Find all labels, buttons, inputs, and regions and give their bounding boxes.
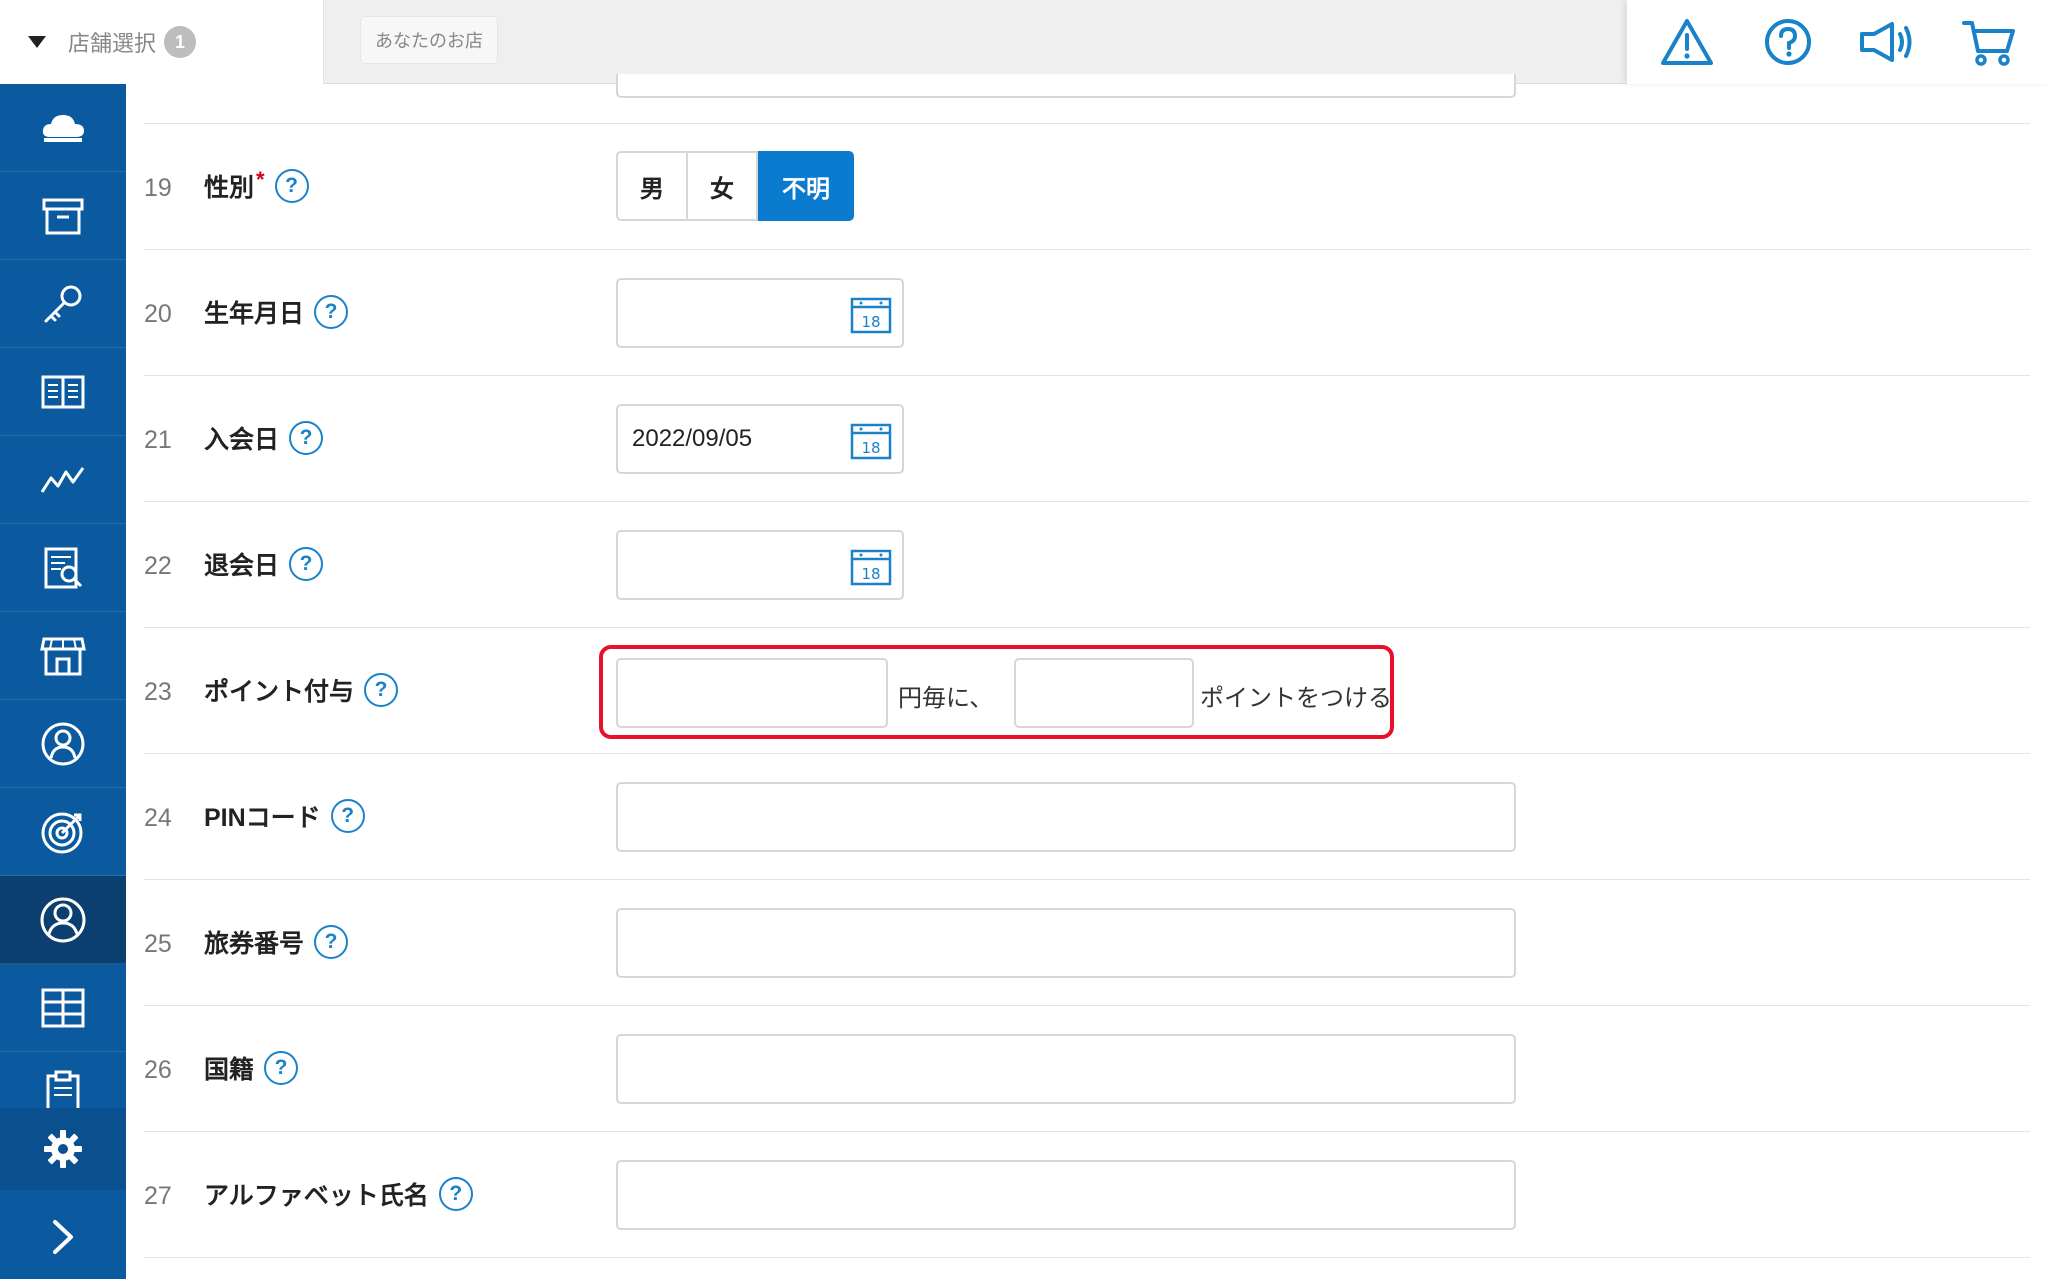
alphabet-name-label: アルファベット氏名 <box>204 1182 429 1210</box>
row-label: ポイント付与? <box>204 672 399 708</box>
nationality-label: 国籍 <box>204 1056 255 1084</box>
pin-input[interactable] <box>616 782 1516 852</box>
points-highlight-box <box>599 645 1394 739</box>
report-icon[interactable] <box>0 524 126 612</box>
row-number: 26 <box>144 1056 172 1084</box>
row-label: 性別 *? <box>204 167 309 204</box>
row-number: 24 <box>144 804 172 832</box>
row-label: 旅券番号? <box>204 924 349 960</box>
leave-date-label: 退会日 <box>204 552 280 580</box>
row-label: 退会日? <box>204 546 324 582</box>
pin-label: PINコード <box>204 804 321 832</box>
svg-text:18: 18 <box>861 565 880 583</box>
row-number: 23 <box>144 678 172 706</box>
clipboard-icon[interactable] <box>0 1052 126 1112</box>
form-row-leave-date: 22 退会日? 18 <box>144 502 2030 628</box>
row-number: 21 <box>144 426 172 454</box>
form-row-alphabet-name: 27 アルファベット氏名? <box>144 1132 2030 1258</box>
form-row-passport: 25 旅券番号? <box>144 880 2030 1006</box>
row-number: 27 <box>144 1182 172 1210</box>
help-icon[interactable]: ? <box>314 295 349 329</box>
help-circle-icon[interactable] <box>1758 12 1818 72</box>
form-row-birthday: 20 生年月日? 18 <box>144 250 2030 376</box>
row-label: 生年月日? <box>204 294 349 330</box>
gear-icon <box>44 1130 82 1168</box>
calendar-icon[interactable]: 18 <box>850 294 892 334</box>
points-label: ポイント付与 <box>204 678 355 706</box>
svg-text:18: 18 <box>861 439 880 457</box>
join-date-label: 入会日 <box>204 426 280 454</box>
form-row-join-date: 21 入会日? 2022/09/05 18 <box>144 376 2030 502</box>
help-icon[interactable]: ? <box>264 1051 299 1085</box>
svg-text:18: 18 <box>861 313 880 331</box>
form-row-nationality: 26 国籍? <box>144 1006 2030 1132</box>
form-row-gender: 19 性別 *? 男 女 不明 <box>144 124 2030 250</box>
store-select-label: 店舗選択 <box>68 31 157 56</box>
archive-box-icon[interactable] <box>0 172 126 260</box>
row-label: PINコード? <box>204 798 365 834</box>
target-icon[interactable] <box>0 788 126 876</box>
top-icon-bar <box>1627 0 2049 84</box>
help-icon[interactable]: ? <box>364 673 399 707</box>
chart-line-icon[interactable] <box>0 436 126 524</box>
store-name-chip[interactable]: あなたのお店 <box>360 16 498 64</box>
expand-sidebar-button[interactable] <box>0 1194 126 1279</box>
row-number: 22 <box>144 552 172 580</box>
gender-option-unknown[interactable]: 不明 <box>758 151 854 221</box>
nationality-input[interactable] <box>616 1034 1516 1104</box>
store-icon[interactable] <box>0 612 126 700</box>
join-date-value: 2022/09/05 <box>632 425 753 452</box>
chevron-right-icon <box>53 1219 73 1254</box>
birthday-input[interactable]: 18 <box>616 278 904 348</box>
row-label: 入会日? <box>204 420 324 456</box>
row-number: 20 <box>144 300 172 328</box>
megaphone-icon[interactable] <box>1858 12 1918 72</box>
alphabet-name-input[interactable] <box>616 1160 1516 1230</box>
row-number: 25 <box>144 930 172 958</box>
passport-label: 旅券番号 <box>204 930 305 958</box>
book-icon[interactable] <box>0 348 126 436</box>
help-icon[interactable]: ? <box>289 547 324 581</box>
help-icon[interactable]: ? <box>330 799 365 833</box>
settings-button[interactable] <box>0 1108 126 1190</box>
help-icon[interactable]: ? <box>289 421 324 455</box>
required-mark: * <box>256 167 265 192</box>
store-count-badge: 1 <box>164 26 197 58</box>
gender-option-female[interactable]: 女 <box>688 151 758 221</box>
store-select-dropdown[interactable]: 店舗選択 1 <box>0 0 324 84</box>
row-label: アルファベット氏名? <box>204 1176 473 1212</box>
help-icon[interactable]: ? <box>274 169 309 203</box>
warning-icon[interactable] <box>1657 12 1717 72</box>
passport-input[interactable] <box>616 908 1516 978</box>
join-date-input[interactable]: 2022/09/05 18 <box>616 404 904 474</box>
cloud-icon[interactable] <box>0 84 126 172</box>
form-row <box>144 84 2030 124</box>
leave-date-input[interactable]: 18 <box>616 530 904 600</box>
top-bar: 店舗選択 1 あなたのお店 <box>0 0 2049 84</box>
sidebar-nav <box>0 84 126 1279</box>
gender-option-male[interactable]: 男 <box>616 151 688 221</box>
cart-icon[interactable] <box>1959 12 2019 72</box>
caret-down-icon <box>28 36 46 48</box>
row-label: 国籍? <box>204 1050 299 1086</box>
help-icon[interactable]: ? <box>438 1177 473 1211</box>
help-icon[interactable]: ? <box>314 925 349 959</box>
gender-label: 性別 <box>204 174 255 202</box>
user-circle-icon[interactable] <box>0 876 126 964</box>
user-badge-icon[interactable] <box>0 700 126 788</box>
row-number: 19 <box>144 174 172 202</box>
form-row-pin: 24 PINコード? <box>144 754 2030 880</box>
grid-icon[interactable] <box>0 964 126 1052</box>
calendar-icon[interactable]: 18 <box>850 546 892 586</box>
gender-segmented-control: 男 女 不明 <box>616 151 854 221</box>
calendar-icon[interactable]: 18 <box>850 420 892 460</box>
key-icon[interactable] <box>0 260 126 348</box>
birthday-label: 生年月日 <box>204 300 305 328</box>
